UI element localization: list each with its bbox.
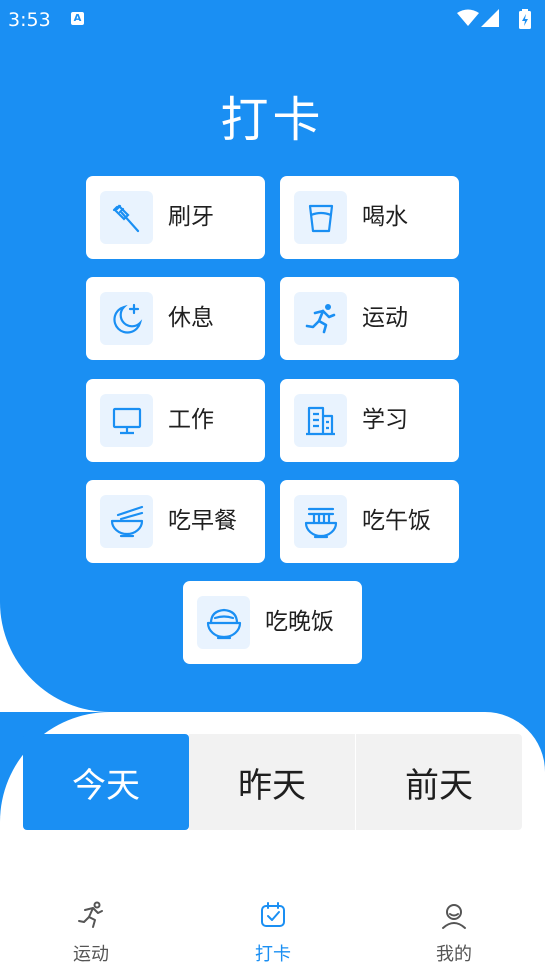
status-icons <box>457 9 537 29</box>
checkin-card-brush-teeth[interactable]: 刷牙 <box>86 176 265 259</box>
bowl-chopsticks-icon <box>100 495 153 548</box>
user-icon <box>442 904 466 929</box>
checkin-card-drink-water[interactable]: 喝水 <box>280 176 459 259</box>
signal-icon <box>481 9 499 27</box>
checkin-card-breakfast[interactable]: 吃早餐 <box>86 480 265 563</box>
moon-icon <box>100 292 153 345</box>
notification-a-icon: A <box>71 12 84 25</box>
checkin-label: 休息 <box>168 305 214 331</box>
checkin-card-dinner[interactable]: 吃晚饭 <box>183 581 362 664</box>
calendar-check-icon <box>261 902 285 927</box>
nav-item-checkin[interactable]: 打卡 <box>213 890 333 968</box>
checkin-label: 刷牙 <box>168 204 214 230</box>
running-icon <box>78 901 103 928</box>
tab-day-before-yesterday[interactable]: 前天 <box>356 734 522 830</box>
noodle-bowl-icon <box>294 495 347 548</box>
checkin-label: 工作 <box>168 407 214 433</box>
water-cup-icon <box>294 191 347 244</box>
rice-bowl-icon <box>197 596 250 649</box>
running-icon <box>294 292 347 345</box>
checkin-label: 学习 <box>362 407 408 433</box>
checkin-card-exercise[interactable]: 运动 <box>280 277 459 360</box>
checkin-card-study[interactable]: 学习 <box>280 379 459 462</box>
wifi-icon <box>457 9 479 26</box>
building-icon <box>294 394 347 447</box>
checkin-label: 吃午饭 <box>362 508 431 534</box>
toothbrush-icon <box>100 191 153 244</box>
checkin-label: 运动 <box>362 305 408 331</box>
nav-item-profile[interactable]: 我的 <box>394 890 514 968</box>
status-time: 3:53 <box>8 9 51 31</box>
tab-today[interactable]: 今天 <box>23 734 189 830</box>
monitor-icon <box>100 394 153 447</box>
day-tabs: 今天 昨天 前天 <box>23 734 522 830</box>
checkin-label: 吃早餐 <box>168 508 237 534</box>
nav-item-exercise[interactable]: 运动 <box>31 890 151 968</box>
page-title: 打卡 <box>220 92 325 148</box>
bottom-nav: 运动 打卡 我的 <box>0 890 545 968</box>
nav-label: 我的 <box>436 944 472 965</box>
status-bar: 3:53 A <box>0 3 545 33</box>
checkin-label: 吃晚饭 <box>265 609 334 635</box>
nav-label: 打卡 <box>255 944 291 965</box>
checkin-card-lunch[interactable]: 吃午饭 <box>280 480 459 563</box>
tab-yesterday[interactable]: 昨天 <box>189 734 355 830</box>
checkin-label: 喝水 <box>362 204 408 230</box>
checkin-card-work[interactable]: 工作 <box>86 379 265 462</box>
checkin-card-rest[interactable]: 休息 <box>86 277 265 360</box>
battery-icon <box>519 9 531 29</box>
nav-label: 运动 <box>73 944 109 965</box>
